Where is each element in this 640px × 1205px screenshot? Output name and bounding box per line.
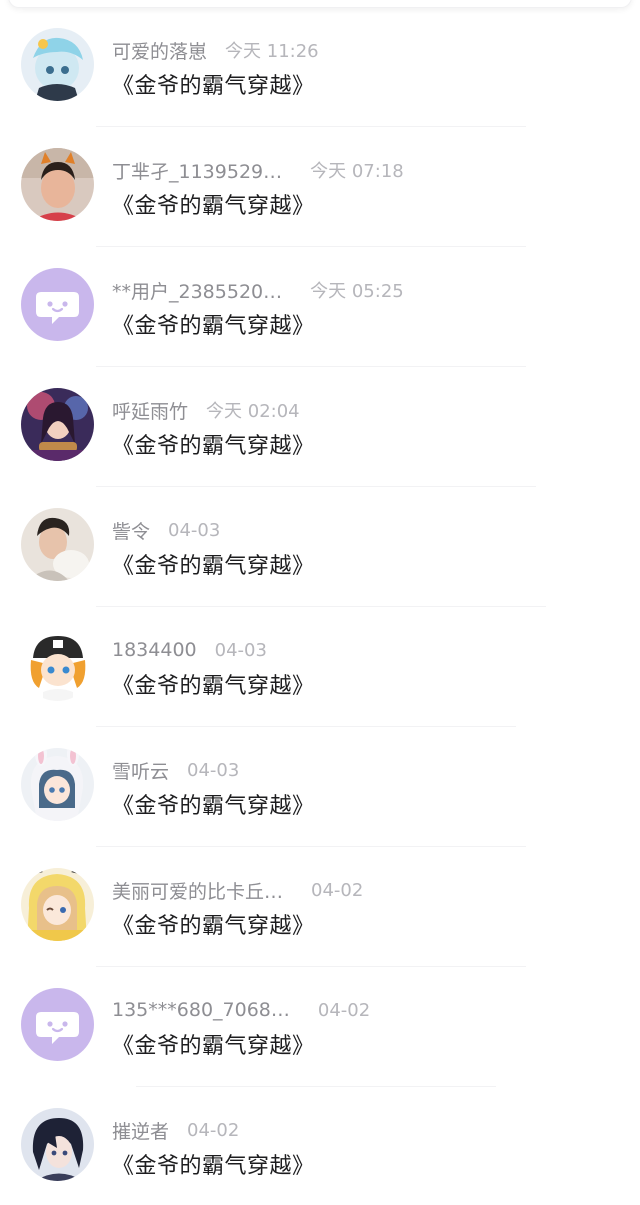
timestamp: 04-02 bbox=[187, 1119, 240, 1141]
timestamp: 今天 11:26 bbox=[225, 41, 319, 62]
avatar[interactable] bbox=[21, 988, 94, 1061]
avatar[interactable] bbox=[21, 508, 94, 581]
comment-meta: 1834400 04-03 bbox=[112, 636, 267, 664]
book-title[interactable]: 《金爷的霸气穿越》 bbox=[112, 308, 315, 340]
timestamp: 04-03 bbox=[214, 639, 267, 661]
username[interactable]: 丁芈孑_1139529… bbox=[112, 157, 282, 184]
username[interactable]: 訾令 bbox=[112, 517, 150, 544]
timestamp: 今天 07:18 bbox=[310, 161, 404, 182]
list-item[interactable]: 135***680_7068… 04-02 《金爷的霸气穿越》 bbox=[0, 960, 640, 1087]
book-title[interactable]: 《金爷的霸气穿越》 bbox=[112, 1148, 315, 1180]
username[interactable]: 雪听云 bbox=[112, 757, 169, 784]
username[interactable]: 135***680_7068… bbox=[112, 999, 290, 1021]
list-item[interactable]: **用户_2385520… 今天 05:25 《金爷的霸气穿越》 bbox=[0, 240, 640, 367]
list-item[interactable]: 美丽可爱的比卡丘… 04-02 《金爷的霸气穿越》 bbox=[0, 840, 640, 967]
list-item[interactable]: 呼延雨竹 今天 02:04 《金爷的霸气穿越》 bbox=[0, 360, 640, 487]
list-item[interactable]: 摧逆者 04-02 《金爷的霸气穿越》 bbox=[0, 1080, 640, 1200]
comment-meta: 丁芈孑_1139529… 今天 07:18 bbox=[112, 156, 404, 184]
username[interactable]: 可爱的落崽 bbox=[112, 37, 207, 64]
timestamp: 今天 05:25 bbox=[310, 281, 404, 302]
comment-meta: 雪听云 04-03 bbox=[112, 756, 239, 784]
comment-meta: **用户_2385520… 今天 05:25 bbox=[112, 276, 404, 304]
username[interactable]: 1834400 bbox=[112, 639, 197, 661]
book-title[interactable]: 《金爷的霸气穿越》 bbox=[112, 788, 315, 820]
timestamp: 04-03 bbox=[168, 519, 221, 541]
comment-meta: 135***680_7068… 04-02 bbox=[112, 996, 370, 1024]
avatar[interactable] bbox=[21, 1108, 94, 1181]
avatar[interactable] bbox=[21, 748, 94, 821]
book-title[interactable]: 《金爷的霸气穿越》 bbox=[112, 428, 315, 460]
timestamp: 04-02 bbox=[311, 879, 364, 901]
avatar[interactable] bbox=[21, 628, 94, 701]
avatar[interactable] bbox=[21, 148, 94, 221]
comment-list: 可爱的落崽 今天 11:26 《金爷的霸气穿越》 丁芈孑_1139529… 今天… bbox=[0, 0, 640, 1205]
book-title[interactable]: 《金爷的霸气穿越》 bbox=[112, 68, 315, 100]
book-title[interactable]: 《金爷的霸气穿越》 bbox=[112, 1028, 315, 1060]
username[interactable]: **用户_2385520… bbox=[112, 277, 282, 304]
avatar[interactable] bbox=[21, 28, 94, 101]
comment-meta: 美丽可爱的比卡丘… 04-02 bbox=[112, 876, 363, 904]
username[interactable]: 呼延雨竹 bbox=[112, 397, 188, 424]
book-title[interactable]: 《金爷的霸气穿越》 bbox=[112, 188, 315, 220]
book-title[interactable]: 《金爷的霸气穿越》 bbox=[112, 908, 315, 940]
book-title[interactable]: 《金爷的霸气穿越》 bbox=[112, 668, 315, 700]
list-item[interactable]: 丁芈孑_1139529… 今天 07:18 《金爷的霸气穿越》 bbox=[0, 120, 640, 247]
comment-meta: 摧逆者 04-02 bbox=[112, 1116, 239, 1144]
avatar[interactable] bbox=[21, 868, 94, 941]
username[interactable]: 摧逆者 bbox=[112, 1117, 169, 1144]
list-item[interactable]: 訾令 04-03 《金爷的霸气穿越》 bbox=[0, 480, 640, 607]
avatar[interactable] bbox=[21, 268, 94, 341]
timestamp: 04-02 bbox=[317, 999, 371, 1021]
comment-meta: 可爱的落崽 今天 11:26 bbox=[112, 36, 319, 64]
list-item[interactable]: 雪听云 04-03 《金爷的霸气穿越》 bbox=[0, 720, 640, 847]
timestamp: 04-03 bbox=[187, 759, 240, 781]
comment-meta: 呼延雨竹 今天 02:04 bbox=[112, 396, 300, 424]
list-item[interactable]: 可爱的落崽 今天 11:26 《金爷的霸气穿越》 bbox=[0, 0, 640, 127]
username[interactable]: 美丽可爱的比卡丘… bbox=[112, 877, 283, 904]
book-title[interactable]: 《金爷的霸气穿越》 bbox=[112, 548, 315, 580]
avatar[interactable] bbox=[21, 388, 94, 461]
list-item[interactable]: 1834400 04-03 《金爷的霸气穿越》 bbox=[0, 600, 640, 727]
timestamp: 今天 02:04 bbox=[206, 401, 300, 422]
comment-meta: 訾令 04-03 bbox=[112, 516, 220, 544]
